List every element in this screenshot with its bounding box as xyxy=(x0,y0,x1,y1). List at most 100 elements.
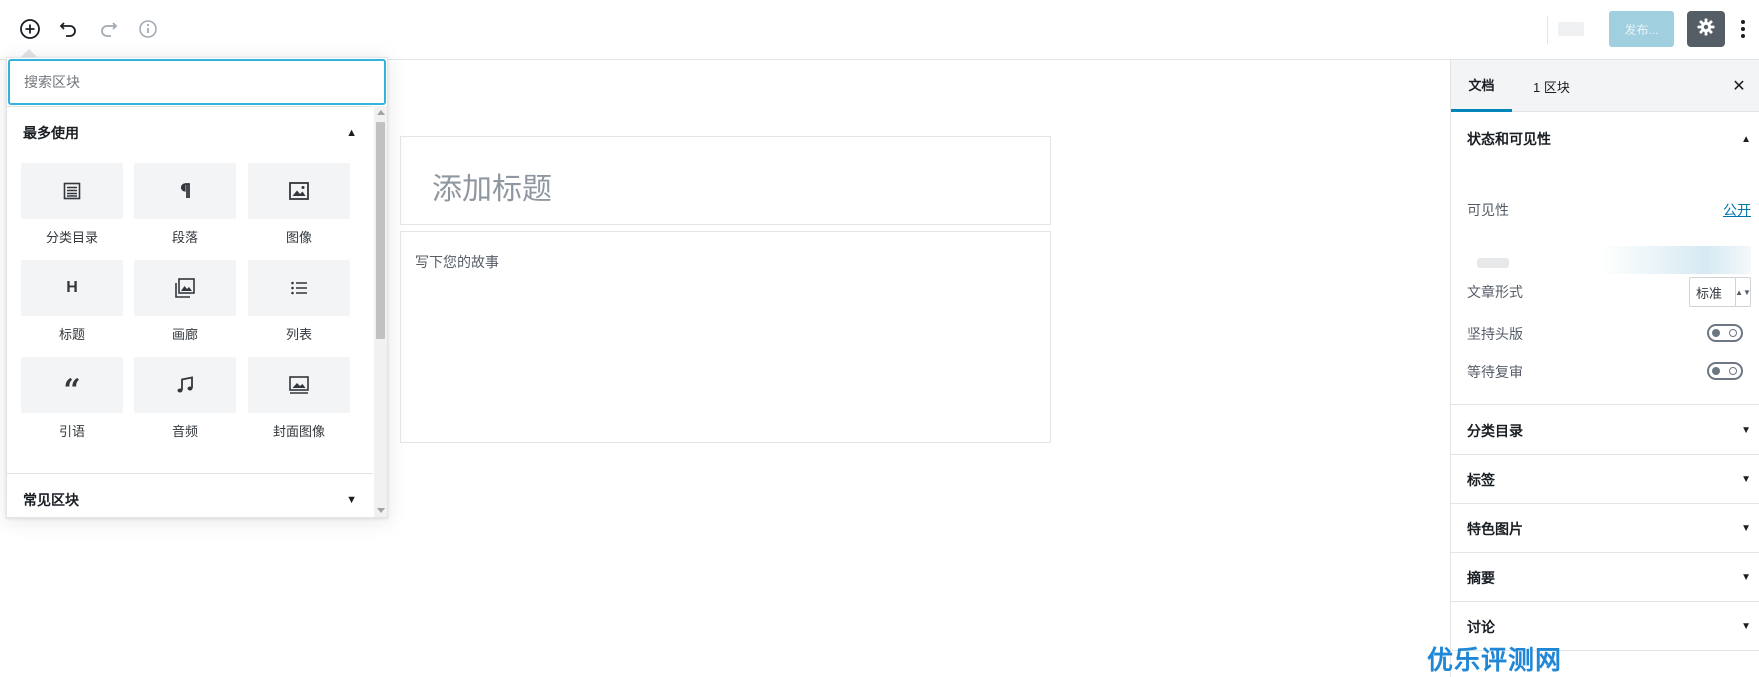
panel-excerpt[interactable]: 摘要 ▼ xyxy=(1451,554,1759,602)
scroll-thumb[interactable] xyxy=(376,122,385,339)
toggle-knob xyxy=(1712,329,1720,337)
sticky-toggle[interactable] xyxy=(1707,324,1743,342)
tab-block[interactable]: 1 区块 xyxy=(1527,60,1576,112)
settings-sidebar: 文档 1 区块 ✕ 状态和可见性 ▲ 可见性 公开 文章形式 标准 ▲▼ 坚持头… xyxy=(1450,60,1759,677)
panel-status-visibility: 状态和可见性 ▲ 可见性 公开 文章形式 标准 ▲▼ 坚持头版 等待复审 xyxy=(1451,112,1759,405)
publish-button[interactable]: 发布... xyxy=(1609,11,1674,47)
categories-icon xyxy=(21,163,123,219)
block-label: 段落 xyxy=(171,230,198,245)
block-label: 封面图像 xyxy=(272,424,325,439)
panel-common-blocks-toggle[interactable]: 常见区块 ▼ xyxy=(7,474,373,517)
preview-button[interactable] xyxy=(1558,22,1584,36)
toggle-off-ring xyxy=(1729,329,1737,337)
info-icon[interactable] xyxy=(133,14,163,44)
caret-down-icon: ▼ xyxy=(346,494,357,506)
block-label: 列表 xyxy=(285,327,312,342)
redo-icon[interactable] xyxy=(93,14,123,44)
block-paragraph[interactable]: 段落 xyxy=(134,163,236,253)
caret-down-icon: ▼ xyxy=(1741,425,1751,436)
caret-down-icon: ▼ xyxy=(1741,523,1751,534)
sticky-row: 坚持头版 xyxy=(1467,322,1751,346)
image-icon xyxy=(248,163,350,219)
post-format-label: 文章形式 xyxy=(1467,284,1523,300)
inserter-panels: 最多使用 ▲ 分类目录 段落 图像 H 标题 画廊 列表 “ 引语 音频 封面图… xyxy=(7,106,373,517)
toggle-knob xyxy=(1712,367,1720,375)
pending-review-toggle[interactable] xyxy=(1707,362,1743,380)
block-quote[interactable]: “ 引语 xyxy=(21,357,123,447)
block-audio[interactable]: 音频 xyxy=(134,357,236,447)
audio-icon xyxy=(134,357,236,413)
caret-down-icon: ▼ xyxy=(1741,621,1751,632)
cover-image-icon xyxy=(248,357,350,413)
plus-circle-icon[interactable] xyxy=(15,14,45,44)
heading-icon: H xyxy=(21,260,123,316)
block-label: 画廊 xyxy=(171,327,198,342)
site-watermark: 优乐评测网 xyxy=(1427,646,1563,676)
panel-status-toggle[interactable]: 状态和可见性 xyxy=(1467,112,1551,166)
panel-title: 最多使用 xyxy=(23,125,79,141)
popover-arrow xyxy=(21,49,37,57)
close-icon[interactable]: ✕ xyxy=(1729,76,1749,96)
post-body-placeholder[interactable]: 写下您的故事 xyxy=(415,252,499,272)
gallery-icon xyxy=(134,260,236,316)
post-title-block[interactable]: 添加标题 xyxy=(400,136,1051,225)
toolbar-divider xyxy=(1547,16,1548,44)
inserter-scrollbar[interactable] xyxy=(374,106,387,517)
panel-most-used-toggle[interactable]: 最多使用 ▲ xyxy=(7,107,373,159)
quote-icon: “ xyxy=(21,357,123,413)
post-format-value: 标准 xyxy=(1696,285,1723,301)
pending-review-row: 等待复审 xyxy=(1467,360,1751,384)
undo-icon[interactable] xyxy=(54,14,84,44)
panel-categories[interactable]: 分类目录 ▼ xyxy=(1451,407,1759,455)
block-list[interactable]: 列表 xyxy=(248,260,350,350)
post-format-row: 文章形式 标准 ▲▼ xyxy=(1467,277,1751,307)
publish-date-row-obscured xyxy=(1467,244,1751,274)
panel-title: 摘要 xyxy=(1467,570,1495,586)
block-gallery[interactable]: 画廊 xyxy=(134,260,236,350)
obscured-label xyxy=(1477,258,1509,268)
visibility-link[interactable]: 公开 xyxy=(1723,200,1751,220)
settings-button[interactable] xyxy=(1687,11,1725,47)
search-input[interactable] xyxy=(9,60,385,104)
caret-down-icon: ▼ xyxy=(1741,572,1751,583)
scroll-up-arrow-icon[interactable] xyxy=(377,110,385,115)
paragraph-icon xyxy=(134,163,236,219)
block-label: 分类目录 xyxy=(45,230,98,245)
obscured-value[interactable] xyxy=(1601,246,1751,274)
select-arrows-icon: ▲▼ xyxy=(1735,278,1751,306)
search-wrap xyxy=(7,58,387,106)
panel-featured-image[interactable]: 特色图片 ▼ xyxy=(1451,505,1759,553)
tab-document[interactable]: 文档 xyxy=(1451,60,1512,112)
block-inserter-popover: 最多使用 ▲ 分类目录 段落 图像 xyxy=(6,57,388,518)
caret-down-icon: ▼ xyxy=(1741,474,1751,485)
toggle-off-ring xyxy=(1729,367,1737,375)
panel-title: 标签 xyxy=(1467,472,1495,488)
sidebar-tabs: 文档 1 区块 ✕ xyxy=(1451,60,1759,112)
vertical-ellipsis-icon[interactable] xyxy=(1735,14,1751,44)
post-title-placeholder[interactable]: 添加标题 xyxy=(432,164,552,208)
panel-title: 分类目录 xyxy=(1467,423,1523,439)
pending-review-label: 等待复审 xyxy=(1467,364,1523,380)
block-label: 标题 xyxy=(58,327,85,342)
block-label: 引语 xyxy=(58,424,85,439)
block-cover-image[interactable]: 封面图像 xyxy=(248,357,350,447)
editor-toolbar: 发布... xyxy=(0,0,1759,60)
scroll-down-arrow-icon[interactable] xyxy=(377,508,385,513)
list-icon xyxy=(248,260,350,316)
sticky-label: 坚持头版 xyxy=(1467,326,1523,342)
block-categories[interactable]: 分类目录 xyxy=(21,163,123,253)
post-body-block[interactable]: 写下您的故事 xyxy=(400,231,1051,443)
block-heading[interactable]: H 标题 xyxy=(21,260,123,350)
panel-title: 常见区块 xyxy=(23,492,79,508)
post-format-select[interactable]: 标准 ▲▼ xyxy=(1689,277,1751,307)
caret-up-icon: ▲ xyxy=(346,127,357,139)
gear-icon xyxy=(1696,17,1716,42)
block-label: 音频 xyxy=(171,424,198,439)
panel-title: 特色图片 xyxy=(1467,521,1523,537)
panel-tags[interactable]: 标签 ▼ xyxy=(1451,456,1759,504)
block-image[interactable]: 图像 xyxy=(248,163,350,253)
block-label: 图像 xyxy=(285,230,312,245)
visibility-row: 可见性 公开 xyxy=(1467,198,1751,222)
caret-up-icon[interactable]: ▲ xyxy=(1741,134,1751,145)
visibility-label: 可见性 xyxy=(1467,202,1509,218)
